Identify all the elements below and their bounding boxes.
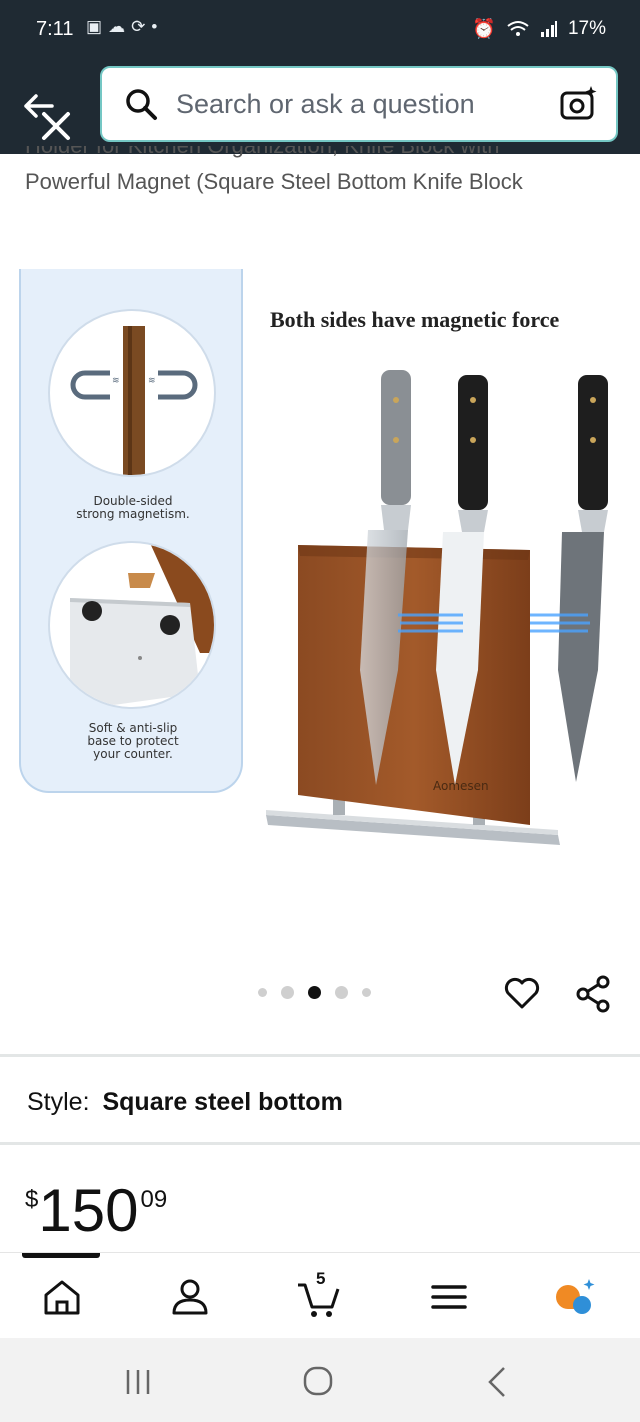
app-header: Search or ask a question [0, 62, 640, 154]
status-time: 7:11 [36, 18, 74, 40]
search-icon [126, 89, 157, 120]
status-bar: 7:11 ▣ ☁ ⟳ • ⏰ 17% [0, 0, 640, 62]
svg-text:≋: ≋ [112, 375, 120, 385]
wifi-icon [507, 21, 529, 36]
price-currency: $ [25, 1186, 39, 1213]
gallery-pagination [258, 986, 371, 999]
magnet-detail-circle: ≋ ≋ [48, 309, 216, 477]
svg-text:≋: ≋ [148, 375, 156, 385]
price-whole: 150 [38, 1177, 139, 1244]
heart-icon[interactable] [503, 974, 541, 1012]
gallery-notification-icon: ▣ [86, 17, 103, 36]
sync-notification-icon: ⟳ [131, 17, 146, 36]
magnet-illustration: ≋ ≋ [70, 326, 198, 475]
cart-count: 5 [316, 1269, 326, 1288]
back-close-icon[interactable] [18, 86, 80, 144]
gallery-dot-active[interactable] [308, 986, 321, 999]
gallery-dot[interactable] [335, 986, 348, 999]
recent-apps-icon[interactable] [118, 1366, 158, 1398]
product-price: $ 150 09 [25, 1180, 167, 1242]
brand-engraving: Aomesen [433, 779, 489, 793]
cart-button[interactable]: 5 [296, 1269, 340, 1319]
status-right: ⏰ 17% [472, 17, 606, 41]
product-title-line-2: Powerful Magnet (Square Steel Bottom Kni… [25, 169, 523, 194]
feature-caption-magnetism: Double-sided strong magnetism. [76, 494, 190, 521]
bottom-navigation: 5 [0, 1252, 640, 1338]
active-tab-indicator [22, 1253, 100, 1258]
system-home-icon[interactable] [298, 1366, 338, 1398]
product-title: Holder for Kitchen Organization, Knife B… [25, 146, 615, 218]
gallery-dot[interactable] [362, 988, 371, 997]
style-label: Style: [27, 1088, 90, 1116]
signal-icon [540, 21, 557, 37]
camera-search-icon[interactable] [558, 84, 598, 124]
system-navigation-bar [0, 1338, 640, 1422]
product-title-line-1: Holder for Kitchen Organization, Knife B… [25, 146, 615, 164]
alarm-icon: ⏰ [472, 19, 496, 40]
divider [0, 1142, 640, 1145]
share-icon[interactable] [575, 975, 611, 1013]
style-selection[interactable]: Style: Square steel bottom [27, 1088, 343, 1117]
divider [0, 1054, 640, 1057]
ai-assistant-icon[interactable] [552, 1275, 596, 1319]
base-detail-circle [48, 541, 216, 709]
gallery-heading: Both sides have magnetic force [270, 307, 560, 332]
feature-panel: ≋ ≋ Double-sided strong magnetism. Soft … [19, 269, 243, 793]
more-dot-icon: • [151, 17, 158, 36]
notification-icons: ▣ ☁ ⟳ • [86, 17, 157, 37]
search-input[interactable]: Search or ask a question [100, 66, 618, 142]
search-placeholder: Search or ask a question [176, 88, 475, 119]
hamburger-icon[interactable] [427, 1275, 471, 1319]
feature-caption-base: Soft & anti-slip base to protect your co… [87, 721, 179, 761]
price-fraction: 09 [140, 1186, 168, 1213]
home-icon[interactable] [40, 1275, 84, 1319]
product-image-gallery[interactable]: ≋ ≋ Double-sided strong magnetism. Soft … [0, 250, 640, 950]
base-illustration [70, 543, 214, 707]
battery-level: 17% [567, 18, 606, 39]
style-value: Square steel bottom [102, 1088, 343, 1116]
knife-block-image: Aomesen [266, 370, 608, 845]
system-back-icon[interactable] [478, 1366, 518, 1398]
gallery-dot[interactable] [281, 986, 294, 999]
person-icon[interactable] [168, 1275, 212, 1319]
gallery-dot[interactable] [258, 988, 267, 997]
cloud-notification-icon: ☁ [108, 17, 126, 36]
